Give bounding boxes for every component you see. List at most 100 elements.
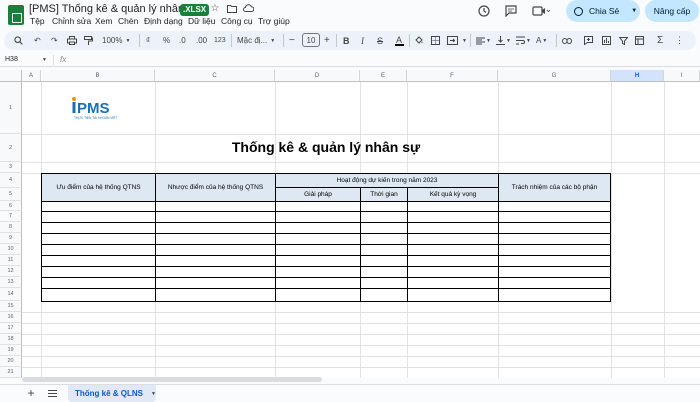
column-header-f[interactable]: F (407, 70, 498, 82)
row-header-12[interactable]: 12 (0, 266, 22, 277)
row-header-9[interactable]: 9 (0, 233, 22, 244)
row-header-1[interactable]: 1 (0, 82, 22, 134)
table-row[interactable] (41, 211, 611, 212)
header-planned-activities[interactable]: Hoạt động dự kiến trong năm 2023 (275, 173, 499, 188)
functions-icon[interactable]: Σ (657, 31, 667, 50)
row-header-10[interactable]: 10 (0, 244, 22, 255)
header-disadvantages[interactable]: Nhược điểm của hệ thống QTNS (155, 173, 276, 202)
table-row[interactable] (41, 233, 611, 234)
table-row[interactable] (41, 301, 611, 302)
strikethrough-icon[interactable]: S (377, 31, 387, 50)
row-header-13[interactable]: 13 (0, 277, 22, 288)
print-icon[interactable] (67, 31, 79, 50)
sheets-logo-icon[interactable] (8, 5, 24, 25)
column-header-h[interactable]: H (611, 70, 664, 82)
zoom-select[interactable]: 100% ▼ (102, 31, 136, 50)
header-expected-result[interactable]: Kết quả kỳ vọng (407, 187, 499, 202)
fill-color-icon[interactable] (414, 31, 426, 50)
horizontal-scrollbar[interactable] (22, 377, 322, 382)
font-size-input[interactable]: 10 (302, 33, 320, 47)
header-solution[interactable]: Giải pháp (275, 187, 361, 202)
menu-format[interactable]: Định dạng (144, 16, 183, 26)
sheet-title[interactable]: Thống kê & quản lý nhân sự (41, 139, 611, 155)
select-all-corner[interactable] (0, 70, 22, 82)
vertical-align-icon[interactable]: ▼ (496, 31, 512, 50)
header-advantages[interactable]: Ưu điểm của hệ thống QTNS (41, 173, 156, 202)
row-header-20[interactable]: 20 (0, 356, 22, 367)
header-responsibility[interactable]: Trách nhiệm của các bộ phận (498, 173, 611, 202)
row-header-21[interactable]: 21 (0, 367, 22, 378)
row-header-19[interactable]: 19 (0, 345, 22, 356)
row-header-17[interactable]: 17 (0, 323, 22, 334)
column-header-d[interactable]: D (275, 70, 360, 82)
chevron-down-icon[interactable]: ▼ (42, 57, 47, 63)
table-row[interactable] (41, 288, 611, 289)
more-options-icon[interactable]: ⋮ (675, 31, 685, 50)
merge-cells-icon[interactable] (447, 31, 461, 50)
decrease-decimal-button[interactable]: .0 (179, 31, 191, 50)
cloud-status-icon[interactable] (242, 2, 254, 14)
upgrade-button[interactable]: Nâng cấp (645, 0, 699, 22)
decrease-font-size-icon[interactable]: − (289, 31, 297, 50)
row-header-6[interactable]: 6 (0, 201, 22, 211)
row-header-2[interactable]: 2 (0, 134, 22, 162)
text-color-icon[interactable]: A (393, 31, 405, 50)
filter-icon[interactable] (619, 31, 631, 50)
font-family-select[interactable]: Mặc đị... ▼ (237, 31, 281, 50)
chevron-down-icon[interactable]: ▼ (462, 31, 467, 50)
menu-insert[interactable]: Chèn (118, 16, 138, 26)
redo-icon[interactable]: ↷ (51, 31, 61, 50)
sheet-tab-active[interactable]: Thống kê & QLNS ▼ (68, 385, 156, 402)
header-time[interactable]: Thời gian (360, 187, 408, 202)
menu-view[interactable]: Xem (95, 16, 112, 26)
paint-format-icon[interactable] (84, 31, 96, 50)
column-header-e[interactable]: E (360, 70, 407, 82)
table-row[interactable] (41, 222, 611, 223)
insert-chart-icon[interactable] (602, 31, 614, 50)
row-header-16[interactable]: 16 (0, 312, 22, 323)
table-row[interactable] (41, 244, 611, 245)
row-header-5[interactable]: 5 (0, 188, 22, 201)
move-folder-icon[interactable] (226, 2, 238, 14)
horizontal-align-icon[interactable]: ▼ (476, 31, 492, 50)
column-header-i[interactable]: I (664, 70, 700, 82)
star-icon[interactable]: ☆ (209, 2, 221, 14)
undo-icon[interactable]: ↶ (34, 31, 44, 50)
row-header-11[interactable]: 11 (0, 255, 22, 266)
table-row[interactable] (41, 266, 611, 267)
chevron-down-icon[interactable]: ▼ (151, 391, 156, 397)
name-box[interactable]: H38 (5, 56, 18, 63)
history-icon[interactable] (476, 3, 492, 19)
row-header-15[interactable]: 15 (0, 301, 22, 312)
row-header-4[interactable]: 4 (0, 173, 22, 188)
all-sheets-icon[interactable] (45, 386, 59, 400)
row-header-3[interactable]: 3 (0, 162, 22, 173)
share-button[interactable]: Chia Sẻ ▼ (566, 0, 640, 22)
borders-icon[interactable] (431, 31, 443, 50)
meet-icon[interactable] (531, 3, 551, 19)
currency-format-button[interactable]: ₫ (146, 31, 156, 50)
bold-icon[interactable]: B (343, 31, 353, 50)
menu-data[interactable]: Dữ liệu (188, 16, 215, 26)
menu-tools[interactable]: Công cụ (221, 16, 253, 26)
comment-icon[interactable] (503, 3, 519, 19)
increase-decimal-button[interactable]: .00 (196, 31, 210, 50)
text-rotation-icon[interactable]: A ▼ (536, 31, 552, 50)
add-sheet-icon[interactable]: + (24, 386, 38, 400)
number-format-button[interactable]: 123 (214, 31, 228, 50)
column-header-c[interactable]: C (155, 70, 275, 82)
insert-comment-icon[interactable] (584, 31, 596, 50)
document-title[interactable]: [PMS] Thống kê & quản lý nhân sự (29, 3, 200, 15)
italic-icon[interactable]: I (361, 31, 371, 50)
table-row[interactable] (41, 277, 611, 278)
menu-help[interactable]: Trợ giúp (258, 16, 290, 26)
column-header-b[interactable]: B (41, 70, 155, 82)
row-header-18[interactable]: 18 (0, 334, 22, 345)
filter-views-icon[interactable] (635, 31, 647, 50)
column-header-g[interactable]: G (498, 70, 611, 82)
search-menus-icon[interactable] (14, 31, 26, 50)
increase-font-size-icon[interactable]: + (324, 31, 332, 50)
table-row[interactable] (41, 255, 611, 256)
formula-input[interactable] (72, 54, 697, 65)
insert-link-icon[interactable] (562, 31, 574, 50)
